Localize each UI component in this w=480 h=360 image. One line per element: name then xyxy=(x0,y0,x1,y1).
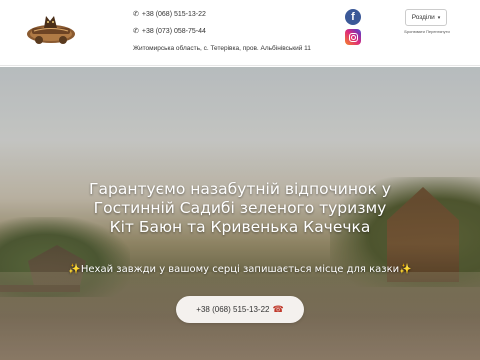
telephone-icon: ☎ xyxy=(272,304,284,314)
phone-icon: ✆ xyxy=(133,28,139,35)
cat-cart-logo-icon xyxy=(27,16,75,44)
hero-title: Гарантуємо назабутній відпочинок у Гости… xyxy=(40,180,440,237)
hero-title-line-3: Кіт Баюн та Кривенька Качечка xyxy=(109,218,371,236)
phone-icon: ✆ xyxy=(133,11,139,18)
hero-section: Гарантуємо назабутній відпочинок у Гости… xyxy=(0,67,480,360)
hero-subtitle-text: Нехай завжди у вашому серці запишається … xyxy=(80,264,400,275)
facebook-glyph: f xyxy=(351,11,355,23)
sparkle-icon: ✨ xyxy=(68,264,81,275)
hero-phone-button[interactable]: +38 (068) 515-13-22 ☎ xyxy=(176,296,304,323)
address-text: Житомирська область, с. Тетерівка, пров.… xyxy=(133,45,311,52)
hero-title-line-1: Гарантуємо назабутній відпочинок у xyxy=(89,180,391,198)
hero-subtitle: ✨Нехай завжди у вашому серці запишається… xyxy=(20,263,460,277)
phone-1-text[interactable]: +38 (068) 515-13-22 xyxy=(142,10,206,20)
menu-label: Розділи xyxy=(411,14,435,21)
phone-line-1[interactable]: ✆ +38 (068) 515-13-22 xyxy=(133,10,333,20)
hero-phone-text: +38 (068) 515-13-22 xyxy=(196,305,270,314)
logo[interactable] xyxy=(24,8,78,48)
contacts-block: ✆ +38 (068) 515-13-22 ✆ +38 (073) 058-75… xyxy=(133,10,333,53)
sparkle-icon: ✨ xyxy=(399,264,412,275)
facebook-icon[interactable]: f xyxy=(345,9,361,25)
sections-menu-button[interactable]: Розділи ▾ xyxy=(405,9,447,26)
site-header: ✆ +38 (068) 515-13-22 ✆ +38 (073) 058-75… xyxy=(0,0,480,66)
social-links: f xyxy=(345,9,361,45)
hero-title-line-2: Гостинній Садибі зеленого туризму xyxy=(93,199,387,217)
instagram-camera-shape xyxy=(348,32,358,42)
instagram-icon[interactable] xyxy=(345,29,361,45)
phone-2-text[interactable]: +38 (073) 058-75-44 xyxy=(142,27,206,37)
chevron-down-icon: ▾ xyxy=(437,14,441,21)
phone-line-2[interactable]: ✆ +38 (073) 058-75-44 xyxy=(133,27,333,37)
booking-sublink[interactable]: Бронювати Переглянути xyxy=(404,29,450,34)
